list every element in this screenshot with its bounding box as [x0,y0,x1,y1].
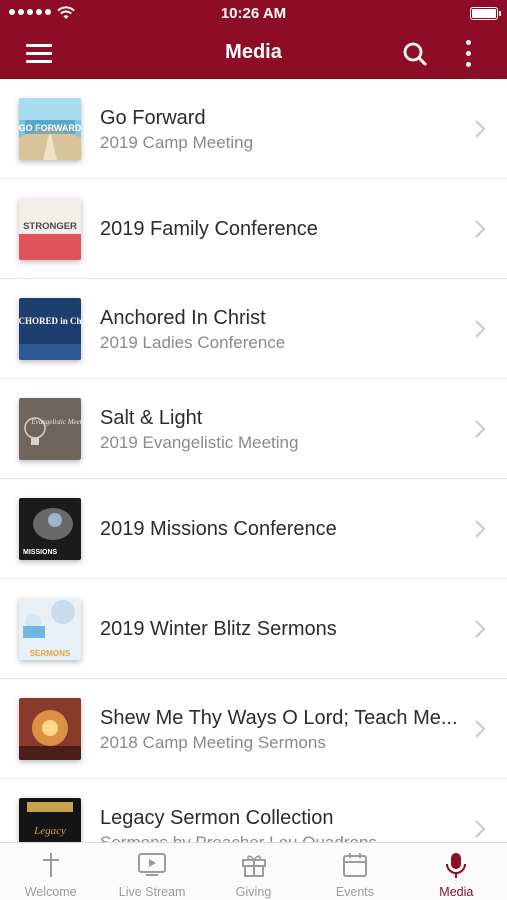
media-item-go-forward[interactable]: GO FORWARD Go Forward 2019 Camp Meeting [0,79,507,179]
status-bar: 10:26 AM [0,0,507,28]
media-item-title: Legacy Sermon Collection [100,807,334,829]
cross-icon [42,853,59,877]
status-time: 10:26 AM [220,5,287,22]
media-thumbnail: MISSIONS [19,498,81,560]
tab-label: Events [335,885,375,899]
battery-icon [470,7,501,20]
more-options-button[interactable] [460,38,476,70]
tab-label: Live Stream [118,885,186,899]
media-item-winter-blitz[interactable]: SERMONS 2019 Winter Blitz Sermons [0,579,507,679]
chevron-right-icon [475,820,486,838]
tab-bar: Welcome Live Stream Giving Events Media [0,842,507,900]
tab-welcome[interactable]: Welcome [0,843,101,900]
media-item-title: 2019 Family Conference [100,218,318,240]
chevron-right-icon [475,420,486,438]
media-thumbnail: SERMONS [19,598,81,660]
tab-label: Media [439,885,474,899]
chevron-right-icon [475,220,486,238]
chevron-right-icon [475,120,486,138]
gift-icon [241,855,266,877]
thumbnail-text: ANCHORED in Christ [19,316,81,326]
media-item-subtitle: 2018 Camp Meeting Sermons [100,733,326,752]
media-thumbnail: Legacy [19,798,81,842]
media-item-subtitle: 2019 Camp Meeting [100,133,254,152]
hamburger-menu-icon [26,44,52,47]
thumbnail-text: SERMONS [30,649,71,658]
tab-live-stream[interactable]: Live Stream [101,843,202,900]
media-list: GO FORWARD Go Forward 2019 Camp Meeting … [0,79,507,842]
media-item-subtitle: 2019 Evangelistic Meeting [100,433,299,452]
menu-button[interactable] [24,41,54,65]
media-item-title: Go Forward [100,107,206,129]
media-item-salt-and-light[interactable]: Evangelistic Meeting Salt & Light 2019 E… [0,379,507,479]
thumbnail-text: MISSIONS [23,549,58,556]
thumbnail-text: STRONGER [23,221,77,232]
media-item-title: Salt & Light [100,407,203,429]
media-item-title: Shew Me Thy Ways O Lord; Teach Me... [100,707,458,729]
media-thumbnail: GO FORWARD [19,98,81,160]
media-item-title: Anchored In Christ [100,307,266,329]
media-item-subtitle: 2019 Ladies Conference [100,333,286,352]
tab-label: Welcome [24,885,77,899]
chevron-right-icon [475,320,486,338]
media-item-family-conference[interactable]: STRONGER 2019 Family Conference [0,179,507,279]
media-thumbnail: STRONGER [19,198,81,260]
microphone-icon [446,853,467,878]
media-item-title: 2019 Missions Conference [100,518,337,540]
media-item-legacy-sermon-collection[interactable]: Legacy Legacy Sermon Collection Sermons … [0,779,507,842]
media-thumbnail: Evangelistic Meeting [19,398,81,460]
media-item-anchored-in-christ[interactable]: ANCHORED in Christ Anchored In Christ 20… [0,279,507,379]
tv-play-icon [138,853,167,876]
nav-bar: Media [0,28,507,79]
more-vertical-icon [466,40,471,45]
tab-media[interactable]: Media [406,843,507,900]
media-item-title: 2019 Winter Blitz Sermons [100,618,337,640]
chevron-right-icon [475,520,486,538]
calendar-icon [342,853,367,877]
media-item-shew-me-thy-ways[interactable]: Shew Me Thy Ways O Lord; Teach Me... 201… [0,679,507,779]
thumbnail-text: GO FORWARD [19,123,81,133]
chevron-right-icon [475,720,486,738]
thumbnail-text: Legacy [33,825,66,837]
search-icon [403,42,427,66]
tab-label: Giving [235,885,272,899]
tab-giving[interactable]: Giving [203,843,304,900]
tab-events[interactable]: Events [304,843,405,900]
media-thumbnail: ANCHORED in Christ [19,298,81,360]
media-item-subtitle: Sermons by Preacher Lou Quadrons [100,833,460,842]
thumbnail-text: Evangelistic Meeting [30,418,81,426]
chevron-right-icon [475,620,486,638]
media-thumbnail [19,698,81,760]
search-button[interactable] [401,40,429,68]
header: 10:26 AM Media [0,0,507,79]
page-title: Media [225,41,282,63]
media-item-missions-conference[interactable]: MISSIONS 2019 Missions Conference [0,479,507,579]
